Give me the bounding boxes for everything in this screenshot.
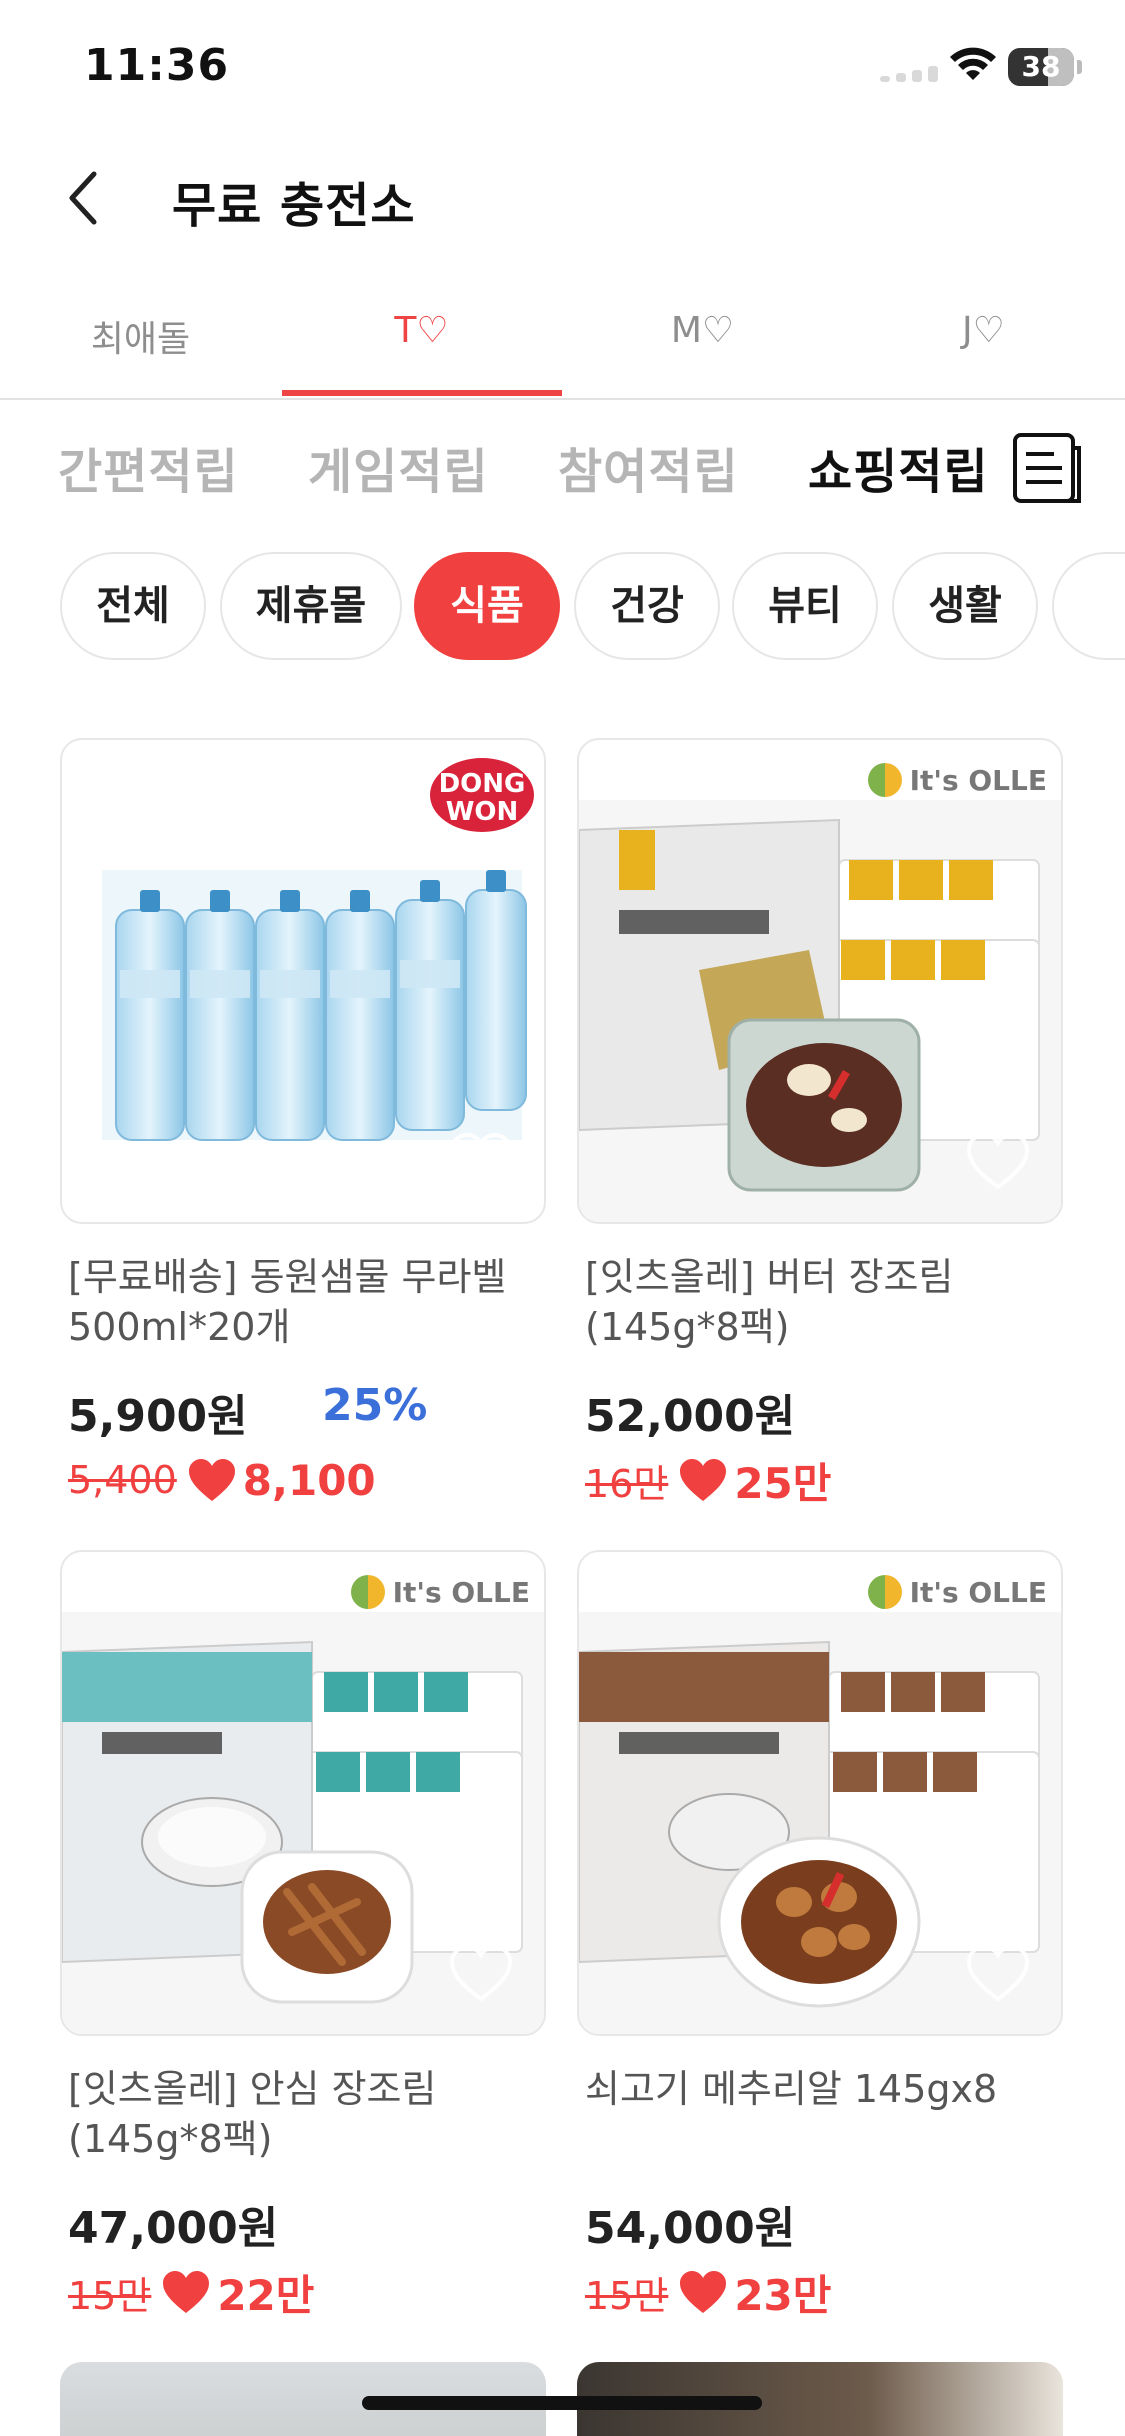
product-image: It's OLLE [60,1550,546,2036]
list-view-icon[interactable] [1012,432,1082,504]
free-charging-station-screen: 11:36 38 무료 충전소 최애돌 T♡ M♡ J♡ 간편적립 게임적립 참… [0,0,1125,2436]
chip-food[interactable]: 식품 [414,552,560,660]
battery-level: 38 [1021,50,1061,83]
product-image: It's OLLE [577,738,1063,1224]
status-bar: 11:36 38 [0,0,1125,140]
battery-icon: 38 [1008,48,1074,86]
page-title: 무료 충전소 [172,178,416,234]
tab-game-earn[interactable]: 게임적립 [308,432,489,502]
original-price: 15만 [68,2273,152,2318]
product-image: DONG WON [60,738,546,1224]
heart-icon [680,2271,727,2313]
tab-user-idol[interactable]: 최애돌 [0,310,281,362]
product-price: 54,000원 [585,2203,796,2254]
product-name: [잇츠올레] 버터 장조림 (145g*8팩) [585,1255,954,1349]
product-name: [잇츠올레] 안심 장조림 (145g*8팩) [68,2067,437,2161]
reward-row: 15만 22만 [68,2262,314,2322]
chip-beauty[interactable]: 뷰티 [732,552,878,660]
its-olle-logo: It's OLLE [867,1572,1047,1612]
dongwon-logo: DONG WON [426,754,538,836]
brand-logo-text: It's OLLE [909,1575,1047,1609]
chip-more-cutoff[interactable] [1052,552,1125,660]
reward-hearts: 22만 [217,2270,315,2320]
heart-icon [680,1459,727,1501]
product-price: 47,000원 [68,2203,279,2254]
brand-logo-text: It's OLLE [392,1575,530,1609]
back-chevron-icon[interactable] [60,168,110,228]
product-price: 52,000원 [585,1391,796,1442]
tab-easy-earn[interactable]: 간편적립 [58,432,239,502]
product-name: [무료배송] 동원샘물 무라벨 500ml*20개 [68,1255,507,1349]
original-price: 15만 [585,2273,669,2318]
original-price: 5,400 [68,1458,177,1502]
reward-hearts: 23만 [734,2270,832,2320]
tab-shopping-earn[interactable]: 쇼핑적립 [808,432,989,502]
its-olle-logo: It's OLLE [350,1572,530,1612]
chip-living[interactable]: 생활 [892,552,1038,660]
tab-user-j[interactable]: J♡ [843,310,1124,351]
its-olle-logo: It's OLLE [867,760,1047,800]
reward-row: 16만 25만 [585,1450,831,1510]
user-tab-bar: 최애돌 T♡ M♡ J♡ [0,300,1125,400]
brand-logo-text: It's OLLE [909,763,1047,797]
reward-hearts: 8,100 [242,1455,376,1505]
active-tab-indicator [282,390,562,396]
heart-icon[interactable] [965,1944,1031,2004]
chip-all[interactable]: 전체 [60,552,206,660]
product-name: 쇠고기 메추리알 145gx8 [585,2067,998,2111]
reward-row: 5,400 8,100 [68,1450,376,1510]
home-indicator[interactable] [362,2396,762,2410]
chip-partner-mall[interactable]: 제휴몰 [220,552,402,660]
original-price: 16만 [585,1461,669,1506]
chip-health[interactable]: 건강 [574,552,720,660]
heart-icon[interactable] [448,1132,514,1192]
heart-icon [163,2271,210,2313]
tab-participate-earn[interactable]: 참여적립 [558,432,739,502]
reward-hearts: 25만 [734,1458,832,1508]
product-price: 5,900원 [68,1391,248,1442]
heart-icon [188,1459,235,1501]
heart-icon[interactable] [965,1132,1031,1192]
signal-icon [880,66,942,82]
discount-rate: 25% [322,1380,428,1431]
heart-icon[interactable] [448,1944,514,2004]
status-time: 11:36 [84,40,230,91]
reward-row: 15만 23만 [585,2262,831,2322]
wifi-icon [950,47,996,80]
tab-user-t[interactable]: T♡ [281,310,562,351]
tab-user-m[interactable]: M♡ [562,310,843,351]
product-image: It's OLLE [577,1550,1063,2036]
